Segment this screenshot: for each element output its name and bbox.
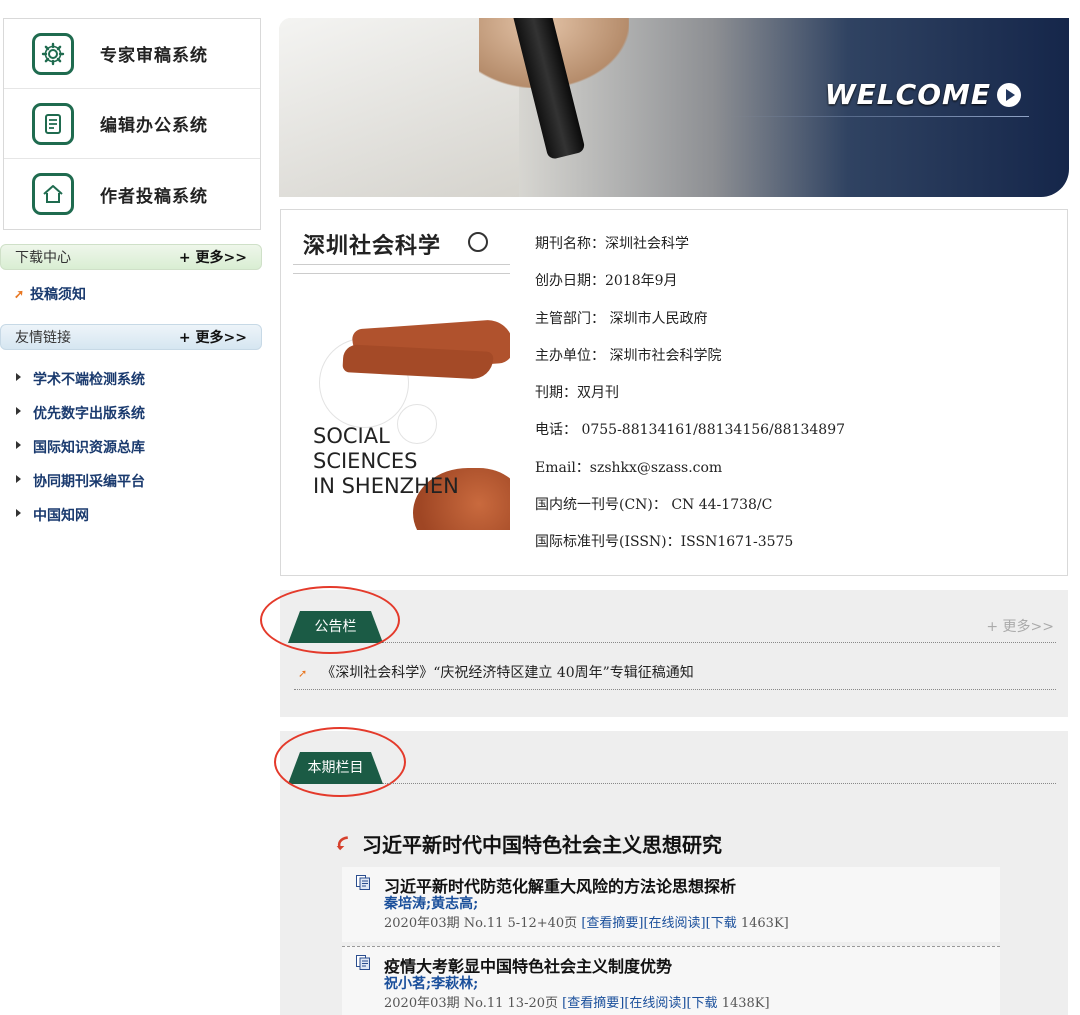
notice-board-panel: 公告栏 + 更多>> ➚ 《深圳社会科学》“庆祝经济特区建立 40周年”专辑征稿通… xyxy=(260,586,1068,717)
section-title: 下载中心 xyxy=(15,250,71,266)
download-link[interactable]: [下载 xyxy=(706,916,737,931)
list-item-label: 投稿须知 xyxy=(30,287,87,303)
list-item[interactable]: 国际知识资源总库 xyxy=(16,430,264,464)
download-link[interactable]: [下载 xyxy=(686,996,717,1011)
journal-logo-icon xyxy=(468,232,488,252)
welcome-banner: WELCOME xyxy=(279,18,1069,197)
gear-icon xyxy=(32,32,74,75)
system-label: 作者投稿系统 xyxy=(100,186,208,207)
triangle-bullet-icon xyxy=(16,373,21,381)
list-item[interactable]: 学术不端检测系统 xyxy=(16,362,264,396)
left-sidebar: 专家审稿系统 编辑办公系统 作者投稿系统 下载中心 + 更多>> ➚ 投稿须知 友… xyxy=(0,18,264,532)
read-online-link[interactable]: [在线阅读] xyxy=(643,916,705,931)
list-item-label: 国际知识资源总库 xyxy=(33,440,145,456)
divider xyxy=(383,783,1056,784)
system-label: 专家审稿系统 xyxy=(100,46,208,66)
view-abstract-link[interactable]: [查看摘要] xyxy=(581,916,643,931)
list-item[interactable]: 协同期刊采编平台 xyxy=(16,464,264,498)
article-item: 习近平新时代防范化解重大风险的方法论思想探析 秦培涛;黄志高; 2020年03期… xyxy=(342,867,1000,942)
founding-date: 创办日期：2018年9月 xyxy=(535,273,678,290)
list-item-label: 优先数字出版系统 xyxy=(33,406,145,422)
system-entry-box: 专家审稿系统 编辑办公系统 作者投稿系统 xyxy=(3,18,261,230)
list-item[interactable]: 中国知网 xyxy=(16,498,264,532)
triangle-bullet-icon xyxy=(16,509,21,517)
document-icon xyxy=(356,875,370,890)
phone: 电话： 0755-88134161/88134156/88134897 xyxy=(535,422,846,439)
cover-english-line: SOCIAL xyxy=(313,424,390,448)
play-arrow-icon xyxy=(997,82,1021,107)
welcome-link[interactable]: WELCOME xyxy=(825,78,1021,111)
divider xyxy=(383,642,1056,643)
article-issue-pages: 2020年03期 No.11 13-20页 xyxy=(384,996,559,1011)
publication-frequency: 刊期：双月刊 xyxy=(535,385,619,402)
file-size: 1438K] xyxy=(721,996,770,1011)
banner-divider xyxy=(729,116,1029,117)
download-more-link[interactable]: + 更多>> xyxy=(179,247,247,267)
read-online-link[interactable]: [在线阅读] xyxy=(624,996,686,1011)
view-abstract-link[interactable]: [查看摘要] xyxy=(562,996,624,1011)
column-title: 习近平新时代中国特色社会主义思想研究 xyxy=(362,833,722,857)
document-icon xyxy=(32,102,74,145)
supervising-department: 主管部门： 深圳市人民政府 xyxy=(535,310,708,327)
cover-subtitle-strip xyxy=(293,264,510,274)
journal-info-panel: 深圳社会科学 SOCIAL SCIENCES IN SHENZHEN 期刊名称：… xyxy=(280,209,1068,576)
cover-english-line: SCIENCES xyxy=(313,449,418,473)
friendly-links-list: 学术不端检测系统 优先数字出版系统 国际知识资源总库 协同期刊采编平台 中国知网 xyxy=(0,350,264,532)
annotation-circle xyxy=(274,727,406,797)
issn-number: 国际标准刊号(ISSN)：ISSN1671-3575 xyxy=(535,534,794,551)
file-size: 1463K] xyxy=(740,916,789,931)
article-authors[interactable]: 祝小茗;李萩林; xyxy=(384,973,478,993)
list-item[interactable]: 优先数字出版系统 xyxy=(16,396,264,430)
cover-english-line: IN SHENZHEN xyxy=(313,474,459,498)
list-item-label: 学术不端检测系统 xyxy=(33,372,145,388)
arrow-icon: ➚ xyxy=(14,287,25,301)
download-center-header: 下载中心 + 更多>> xyxy=(0,244,262,270)
article-item: 疫情大考彰显中国特色社会主义制度优势 祝小茗;李萩林; 2020年03期 No.… xyxy=(342,946,1000,1015)
triangle-bullet-icon xyxy=(16,407,21,415)
home-icon xyxy=(32,173,74,215)
author-submission-system-link[interactable]: 作者投稿系统 xyxy=(4,159,260,229)
system-label: 编辑办公系统 xyxy=(100,116,208,136)
list-item[interactable]: ➚ 投稿须知 xyxy=(14,284,264,304)
curved-arrow-icon xyxy=(336,836,348,851)
current-issue-panel: 本期栏目 习近平新时代中国特色社会主义思想研究 习近平新时代防范化解重大风险的方… xyxy=(274,727,1068,1015)
column-heading: 习近平新时代中国特色社会主义思想研究 xyxy=(335,829,722,858)
links-more-link[interactable]: + 更多>> xyxy=(179,327,247,347)
article-meta: 2020年03期 No.11 13-20页 [查看摘要][在线阅读][下载 14… xyxy=(384,992,770,1011)
journal-name: 期刊名称：深圳社会科学 xyxy=(535,236,689,252)
document-icon xyxy=(356,955,370,970)
article-meta: 2020年03期 No.11 5-12+40页 [查看摘要][在线阅读][下载 … xyxy=(384,912,789,931)
notice-more-link[interactable]: + 更多>> xyxy=(986,616,1054,636)
welcome-text: WELCOME xyxy=(824,78,991,111)
divider xyxy=(294,689,1056,690)
email: Email：szshkx@szass.com xyxy=(535,459,723,476)
friendly-links-header: 友情链接 + 更多>> xyxy=(0,324,262,350)
cn-number: 国内统一刊号(CN)： CN 44-1738/C xyxy=(535,497,773,514)
section-title: 友情链接 xyxy=(15,330,71,346)
notice-item[interactable]: ➚ 《深圳社会科学》“庆祝经济特区建立 40周年”专辑征稿通知 xyxy=(298,662,694,682)
list-item-label: 协同期刊采编平台 xyxy=(33,474,145,490)
download-list: ➚ 投稿须知 xyxy=(0,270,264,324)
notice-item-label: 《深圳社会科学》“庆祝经济特区建立 40周年”专辑征稿通知 xyxy=(321,665,694,681)
annotation-circle xyxy=(260,586,400,654)
cover-english-title: SOCIAL SCIENCES IN SHENZHEN xyxy=(313,424,459,499)
journal-facts-list: 期刊名称：深圳社会科学 创办日期：2018年9月 主管部门： 深圳市人民政府 主… xyxy=(535,226,845,562)
list-item-label: 中国知网 xyxy=(33,508,89,524)
triangle-bullet-icon xyxy=(16,475,21,483)
article-issue-pages: 2020年03期 No.11 5-12+40页 xyxy=(384,916,578,931)
arrow-icon: ➚ xyxy=(298,667,308,680)
triangle-bullet-icon xyxy=(16,441,21,449)
journal-cover-image[interactable]: 深圳社会科学 SOCIAL SCIENCES IN SHENZHEN xyxy=(293,228,510,530)
article-authors[interactable]: 秦培涛;黄志高; xyxy=(384,893,478,913)
expert-review-system-link[interactable]: 专家审稿系统 xyxy=(4,19,260,89)
editor-office-system-link[interactable]: 编辑办公系统 xyxy=(4,89,260,159)
sponsor: 主办单位： 深圳市社会科学院 xyxy=(535,347,722,364)
